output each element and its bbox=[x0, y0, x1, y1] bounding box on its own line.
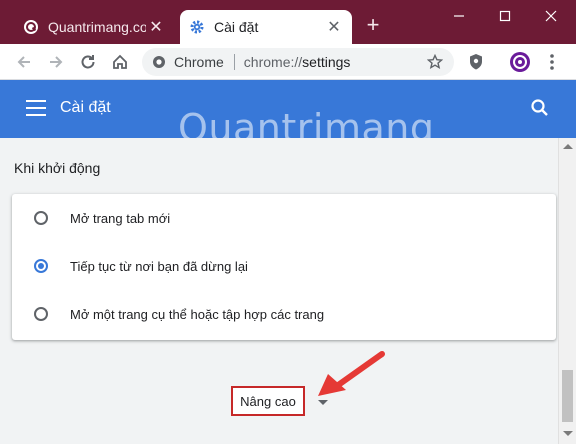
url-text: chrome://settings bbox=[243, 54, 351, 70]
settings-content: Khi khởi động Mở trang tab mới Tiếp tục … bbox=[0, 138, 558, 444]
home-icon[interactable] bbox=[108, 50, 132, 74]
search-icon[interactable] bbox=[530, 98, 552, 120]
startup-option-specific-pages[interactable]: Mở một trang cụ thể hoặc tập hợp các tra… bbox=[12, 290, 556, 338]
hamburger-menu-icon[interactable] bbox=[26, 100, 46, 116]
radio-button-checked[interactable] bbox=[34, 259, 48, 273]
tab-close-icon[interactable]: ✕ bbox=[146, 17, 166, 37]
profile-avatar-icon[interactable] bbox=[508, 50, 532, 74]
scroll-up-arrow-icon[interactable] bbox=[563, 144, 573, 149]
settings-gear-icon bbox=[188, 18, 206, 36]
chevron-down-icon[interactable] bbox=[318, 400, 328, 405]
chrome-icon bbox=[152, 55, 166, 69]
startup-option-new-tab[interactable]: Mở trang tab mới bbox=[12, 194, 556, 242]
site-chip-label: Chrome bbox=[174, 54, 224, 70]
forward-arrow-icon[interactable] bbox=[44, 50, 68, 74]
minimize-icon[interactable] bbox=[436, 0, 482, 32]
maximize-icon[interactable] bbox=[482, 0, 528, 32]
tab-settings[interactable]: Cài đặt ✕ bbox=[180, 10, 352, 44]
omnibox-divider bbox=[233, 54, 235, 70]
advanced-button[interactable]: Nâng cao bbox=[231, 386, 305, 416]
option-label: Mở trang tab mới bbox=[70, 210, 171, 226]
menu-dots-icon[interactable] bbox=[540, 50, 564, 74]
tab-quantrimang[interactable]: Quantrimang.com: K ✕ bbox=[14, 10, 174, 44]
back-arrow-icon[interactable] bbox=[12, 50, 36, 74]
reload-icon[interactable] bbox=[76, 50, 100, 74]
shield-extension-icon[interactable] bbox=[464, 50, 488, 74]
browser-toolbar: Chrome chrome://settings bbox=[0, 44, 576, 80]
new-tab-button[interactable]: + bbox=[362, 14, 384, 36]
annotation-arrow bbox=[316, 350, 388, 405]
option-label: Mở một trang cụ thể hoặc tập hợp các tra… bbox=[70, 306, 325, 322]
quantrimang-favicon bbox=[22, 18, 40, 36]
option-label: Tiếp tục từ nơi bạn đã dừng lại bbox=[70, 258, 248, 274]
startup-option-continue[interactable]: Tiếp tục từ nơi bạn đã dừng lại bbox=[12, 242, 556, 290]
tab-close-icon[interactable]: ✕ bbox=[324, 17, 344, 37]
bookmark-star-icon[interactable] bbox=[423, 50, 447, 74]
scrollbar-thumb[interactable] bbox=[562, 370, 573, 422]
radio-button[interactable] bbox=[34, 211, 48, 225]
close-icon[interactable] bbox=[528, 0, 574, 32]
radio-button[interactable] bbox=[34, 307, 48, 321]
scrollbar[interactable] bbox=[558, 138, 576, 444]
section-title-startup: Khi khởi động bbox=[14, 160, 101, 176]
startup-card: Mở trang tab mới Tiếp tục từ nơi bạn đã … bbox=[12, 194, 556, 340]
tab-title: Cài đặt bbox=[214, 19, 259, 35]
page-title: Cài đặt bbox=[60, 99, 111, 116]
address-bar[interactable]: Chrome chrome://settings bbox=[142, 48, 454, 76]
tab-title: Quantrimang.com: K bbox=[48, 19, 146, 35]
site-chip[interactable]: Chrome bbox=[142, 54, 224, 70]
title-bar: Quantrimang.com: K ✕ Cài đặt ✕ + bbox=[0, 0, 576, 44]
scroll-down-arrow-icon[interactable] bbox=[563, 431, 573, 436]
